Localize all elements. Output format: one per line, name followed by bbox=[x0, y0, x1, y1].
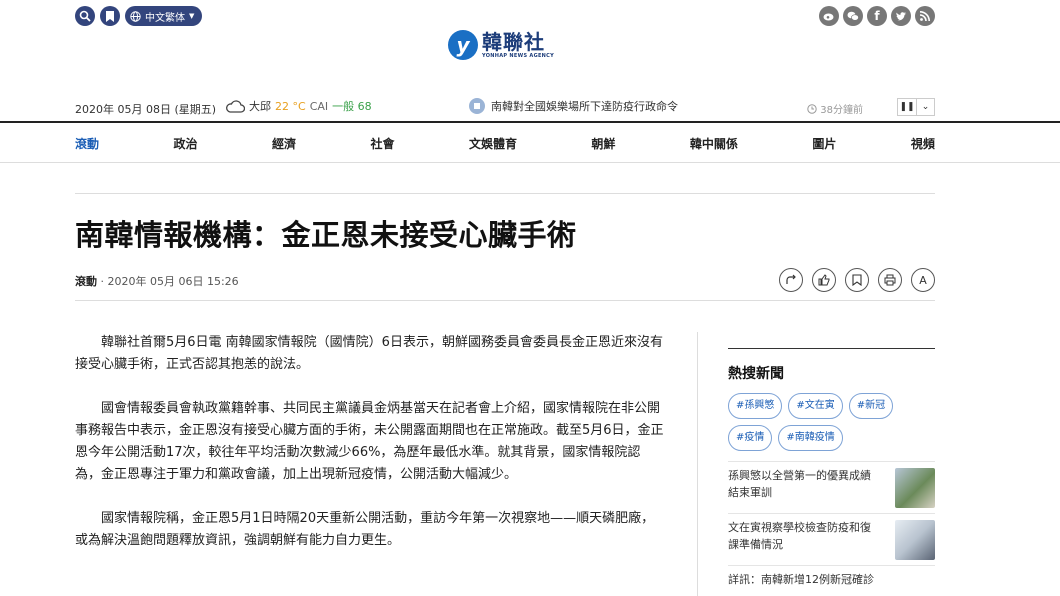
news-item-title: 詳訊：南韓新增12例新冠確診 bbox=[728, 573, 874, 586]
news-thumbnail bbox=[895, 520, 935, 560]
cloud-icon bbox=[226, 100, 245, 113]
cai-value: 一般 68 bbox=[332, 100, 372, 113]
nav-divider-bottom bbox=[0, 162, 1060, 163]
news-ticker[interactable]: 南韓對全國娛樂場所下達防疫行政命令 bbox=[469, 98, 678, 114]
news-item-title: 孫興慜以全營第一的優異成績結束軍訓 bbox=[728, 469, 871, 499]
news-thumbnail bbox=[895, 468, 935, 508]
current-date: 2020年 05月 08日 (星期五) bbox=[75, 103, 217, 116]
article-tools: A bbox=[779, 268, 935, 292]
trending-title: 熱搜新聞 bbox=[728, 366, 784, 382]
nav-item-politics[interactable]: 政治 bbox=[173, 135, 197, 152]
font-size-button[interactable]: A bbox=[911, 268, 935, 292]
weather-widget[interactable]: 大邱 22 °C CAI 一般 68 bbox=[225, 98, 372, 114]
column-divider bbox=[697, 332, 698, 596]
article-paragraph: 韓聯社首爾5月6日電 南韓國家情報院（國情院）6日表示，朝鮮國務委員會委員長金正… bbox=[75, 335, 663, 372]
globe-icon bbox=[130, 10, 141, 22]
tag-covid[interactable]: #新冠 bbox=[848, 393, 894, 419]
trending-news-list: 孫興慜以全營第一的優異成績結束軍訓 文在寅視察學校檢查防疫和復課準備情況 詳訊：… bbox=[728, 461, 935, 596]
nav-item-economy[interactable]: 經濟 bbox=[272, 135, 296, 152]
language-label: 中文繁体 bbox=[145, 12, 185, 24]
thumbs-up-icon bbox=[818, 274, 830, 286]
caret-down-icon: ▼ bbox=[189, 12, 195, 20]
logo-subtitle: YONHAP NEWS AGENCY bbox=[482, 53, 555, 59]
main-nav: 滾動 政治 經濟 社會 文娛體育 朝鮮 韓中關係 圖片 視頻 bbox=[75, 123, 935, 163]
expand-button[interactable]: ⌄ bbox=[916, 99, 934, 115]
tag-epidemic[interactable]: #疫情 bbox=[728, 425, 773, 451]
facebook-icon[interactable]: f bbox=[867, 6, 887, 26]
logo-name: 韓聯社 bbox=[482, 30, 545, 54]
top-bar: 中文繁体 ▼ f bbox=[75, 6, 935, 28]
article-section[interactable]: 滾動 bbox=[75, 275, 97, 288]
sidebar-divider bbox=[728, 348, 935, 349]
nav-item-scroll[interactable]: 滾動 bbox=[75, 135, 99, 152]
article-meta: 滾動 · 2020年 05月 06日 15:26 bbox=[75, 273, 239, 289]
clock-icon bbox=[807, 103, 817, 114]
news-item[interactable]: 詳訊：南韓新增12例新冠確診 bbox=[728, 565, 935, 596]
info-bar: 2020年 05月 08日 (星期五) 大邱 22 °C CAI 一般 68 南… bbox=[75, 98, 935, 118]
trending-tags: #孫興慜 #文在寅 #新冠 #疫情 #南韓疫情 bbox=[728, 393, 908, 451]
wechat-icon[interactable] bbox=[843, 6, 863, 26]
nav-item-korea-china[interactable]: 韓中關係 bbox=[690, 135, 738, 152]
news-item-title: 文在寅視察學校檢查防疫和復課準備情況 bbox=[728, 521, 871, 551]
language-selector[interactable]: 中文繁体 ▼ bbox=[125, 6, 203, 26]
logo-mark: y bbox=[448, 30, 478, 60]
weather-temp: 22 °C bbox=[275, 99, 306, 113]
sidebar: 熱搜新聞 #孫興慜 #文在寅 #新冠 #疫情 #南韓疫情 孫興慜以全營第一的優異… bbox=[728, 348, 935, 596]
divider bbox=[75, 193, 935, 194]
share-icon bbox=[786, 274, 796, 284]
article-paragraph: 國會情報委員會執政黨籍幹事、共同民主黨議員金炳基當天在記者會上介紹，國家情報院在… bbox=[75, 401, 664, 482]
weibo-icon[interactable] bbox=[819, 6, 839, 26]
twitter-icon[interactable] bbox=[891, 6, 911, 26]
ticker-controls: ❚❚ ⌄ bbox=[897, 98, 935, 116]
nav-item-videos[interactable]: 視頻 bbox=[911, 135, 935, 152]
weather-city: 大邱 bbox=[249, 100, 271, 113]
nav-item-society[interactable]: 社會 bbox=[370, 135, 394, 152]
tag-korea-epidemic[interactable]: #南韓疫情 bbox=[778, 425, 843, 451]
divider bbox=[75, 300, 935, 301]
tag-son-heung-min[interactable]: #孫興慜 bbox=[728, 393, 783, 419]
print-button[interactable] bbox=[878, 268, 902, 292]
news-item[interactable]: 孫興慜以全營第一的優異成績結束軍訓 bbox=[728, 461, 935, 513]
ticker-icon bbox=[469, 98, 485, 114]
article-datetime: · 2020年 05月 06日 15:26 bbox=[100, 275, 239, 288]
bookmark-outline-icon bbox=[852, 274, 862, 286]
article-paragraph: 國家情報院稱，金正恩5月1日時隔20天重新公開活動，重訪今年第一次視察地——順天… bbox=[75, 511, 655, 548]
print-icon bbox=[884, 274, 896, 286]
ticker-time-label: 38分鐘前 bbox=[820, 105, 863, 116]
share-button[interactable] bbox=[779, 268, 803, 292]
nav-item-photos[interactable]: 圖片 bbox=[812, 135, 836, 152]
like-button[interactable] bbox=[812, 268, 836, 292]
article-body: 韓聯社首爾5月6日電 南韓國家情報院（國情院）6日表示，朝鮮國務委員會委員長金正… bbox=[75, 332, 665, 574]
search-icon[interactable] bbox=[75, 6, 95, 26]
news-item[interactable]: 文在寅視察學校檢查防疫和復課準備情況 bbox=[728, 513, 935, 565]
ticker-headline: 南韓對全國娛樂場所下達防疫行政命令 bbox=[491, 100, 678, 113]
rss-icon[interactable] bbox=[915, 6, 935, 26]
nav-item-culture-sports[interactable]: 文娛體育 bbox=[469, 135, 517, 152]
pause-button[interactable]: ❚❚ bbox=[898, 99, 916, 115]
site-logo[interactable]: y 韓聯社 YONHAP NEWS AGENCY bbox=[448, 30, 554, 60]
nav-item-north-korea[interactable]: 朝鮮 bbox=[591, 135, 615, 152]
tag-moon-jae-in[interactable]: #文在寅 bbox=[788, 393, 843, 419]
article-headline: 南韓情報機構：金正恩未接受心臟手術 bbox=[75, 218, 577, 252]
bookmark-button[interactable] bbox=[845, 268, 869, 292]
cai-label: CAI bbox=[309, 99, 329, 113]
bookmark-icon[interactable] bbox=[100, 6, 120, 26]
ticker-time: 38分鐘前 bbox=[807, 101, 863, 116]
